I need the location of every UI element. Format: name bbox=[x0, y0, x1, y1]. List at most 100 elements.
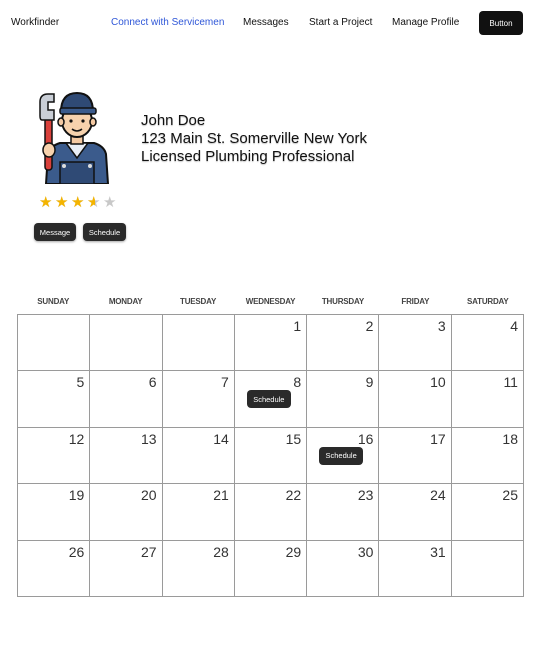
calendar-day-cell[interactable]: 26 bbox=[18, 540, 91, 597]
day-number: 28 bbox=[213, 543, 229, 560]
day-number: 5 bbox=[76, 374, 85, 391]
weekday-label: THURSDAY bbox=[321, 297, 364, 306]
star-icon: ★ ★ bbox=[71, 194, 85, 211]
calendar-day-cell[interactable]: 3 bbox=[379, 315, 452, 372]
day-number: 1 bbox=[293, 318, 302, 334]
day-number: 15 bbox=[285, 430, 302, 447]
calendar-day-cell[interactable]: 10 bbox=[379, 371, 452, 428]
day-number: 22 bbox=[285, 487, 302, 504]
calendar-day-cell[interactable]: 7 bbox=[162, 371, 235, 428]
day-number: 19 bbox=[68, 487, 85, 504]
calendar-day-cell[interactable]: 21 bbox=[162, 484, 235, 541]
star-icon: ★ ★ bbox=[39, 194, 53, 211]
day-schedule-button[interactable]: Schedule bbox=[246, 390, 291, 409]
calendar-day-cell[interactable]: 31 bbox=[379, 540, 452, 597]
message-button[interactable]: Message bbox=[34, 223, 76, 241]
day-number: 27 bbox=[140, 543, 157, 560]
calendar-grid: 1 2 3 4 5 6 7 8 Schedule 9 10 11 12 13 14 15 16 Schedule 1… bbox=[17, 314, 524, 597]
day-number: 10 bbox=[430, 374, 446, 391]
calendar-day-cell bbox=[451, 540, 524, 597]
calendar-day-cell[interactable]: 12 bbox=[18, 427, 91, 485]
day-number: 31 bbox=[430, 543, 446, 560]
day-number: 13 bbox=[140, 430, 157, 447]
calendar-day-cell[interactable]: 6 bbox=[90, 371, 163, 428]
day-number: 12 bbox=[68, 430, 85, 447]
day-number: 2 bbox=[365, 318, 374, 334]
nav-button[interactable]: Button bbox=[479, 11, 523, 35]
calendar-day-cell[interactable]: 15 bbox=[234, 427, 308, 485]
calendar-day-cell bbox=[18, 315, 91, 372]
day-number: 16 bbox=[357, 430, 374, 447]
schedule-button[interactable]: Schedule bbox=[83, 223, 126, 241]
calendar-day-cell[interactable]: 24 bbox=[379, 484, 452, 541]
weekday-label: SUNDAY bbox=[37, 297, 70, 306]
calendar-day-cell bbox=[90, 315, 163, 372]
weekday-label: SATURDAY bbox=[467, 297, 509, 306]
calendar-day-cell[interactable]: 1 bbox=[234, 315, 308, 372]
star-fill: ★ bbox=[39, 195, 53, 210]
calendar-day-cell[interactable]: 11 bbox=[451, 371, 524, 428]
day-number: 20 bbox=[140, 487, 157, 504]
calendar-day-cell[interactable]: 16 Schedule bbox=[307, 427, 380, 485]
weekday-label: WEDNESDAY bbox=[245, 297, 296, 306]
calendar-day-cell[interactable]: 28 bbox=[162, 540, 235, 597]
day-number: 26 bbox=[68, 543, 85, 560]
calendar-weekday-header: SUNDAY MONDAY TUESDAY WEDNESDAY THURSDAY FRID… bbox=[17, 297, 524, 311]
day-number: 4 bbox=[510, 318, 518, 334]
calendar-day-cell[interactable]: 14 bbox=[162, 427, 235, 485]
calendar-day-cell[interactable]: 20 bbox=[90, 484, 163, 541]
day-number: 11 bbox=[503, 374, 518, 391]
calendar-day-cell[interactable]: 9 bbox=[307, 371, 380, 428]
star-fill: ★ bbox=[71, 195, 85, 210]
day-number: 8 bbox=[293, 374, 302, 391]
star-fill: ★ bbox=[87, 195, 95, 210]
weekday-label: FRIDAY bbox=[401, 297, 430, 306]
top-nav: Workfinder Connect with Servicemen Messa… bbox=[0, 0, 535, 46]
weekday-label: MONDAY bbox=[108, 297, 143, 306]
nav-connect-servicemen[interactable]: Connect with Servicemen bbox=[111, 17, 224, 28]
calendar-day-cell[interactable]: 22 bbox=[234, 484, 308, 541]
calendar-day-cell[interactable]: 29 bbox=[234, 540, 308, 597]
star-icon: ★ bbox=[103, 194, 117, 211]
day-number: 17 bbox=[430, 430, 446, 447]
calendar-day-cell[interactable]: 27 bbox=[90, 540, 163, 597]
calendar-day-cell[interactable]: 2 bbox=[307, 315, 380, 372]
day-number: 14 bbox=[213, 430, 229, 447]
day-number: 30 bbox=[357, 543, 374, 560]
profile-name: John Doe bbox=[141, 112, 206, 129]
calendar-day-cell[interactable]: 23 bbox=[307, 484, 380, 541]
nav-start-project[interactable]: Start a Project bbox=[309, 17, 372, 28]
brand-logo[interactable]: Workfinder bbox=[11, 17, 59, 28]
day-schedule-button[interactable]: Schedule bbox=[319, 446, 364, 465]
day-number: 29 bbox=[285, 543, 302, 560]
profile-title: Licensed Plumbing Professional bbox=[141, 148, 355, 165]
day-number: 3 bbox=[437, 318, 446, 334]
weekday-label: TUESDAY bbox=[180, 297, 217, 306]
day-number: 24 bbox=[430, 487, 446, 504]
calendar-day-cell[interactable]: 8 Schedule bbox=[234, 371, 308, 428]
calendar-day-cell[interactable]: 18 bbox=[451, 427, 524, 485]
nav-messages[interactable]: Messages bbox=[243, 17, 289, 28]
calendar-day-cell[interactable]: 25 bbox=[451, 484, 524, 541]
star-rating: ★ ★ ★ ★ ★ ★ ★ ★ ★ bbox=[39, 195, 118, 210]
day-number: 7 bbox=[221, 374, 229, 391]
calendar-day-cell[interactable]: 30 bbox=[307, 540, 380, 597]
profile-address: 123 Main St. Somerville New York bbox=[141, 130, 367, 147]
calendar-day-cell[interactable]: 13 bbox=[90, 427, 163, 485]
plumber-avatar-icon bbox=[39, 91, 110, 184]
calendar-day-cell bbox=[162, 315, 235, 372]
calendar-day-cell[interactable]: 19 bbox=[18, 484, 91, 541]
day-number: 23 bbox=[357, 487, 374, 504]
calendar-day-cell[interactable]: 4 bbox=[451, 315, 524, 372]
day-number: 25 bbox=[502, 487, 518, 504]
calendar-day-cell[interactable]: 17 bbox=[379, 427, 452, 485]
day-number: 18 bbox=[502, 430, 518, 447]
star-fill: ★ bbox=[55, 195, 69, 210]
calendar-day-cell[interactable]: 5 bbox=[18, 371, 91, 428]
nav-manage-profile[interactable]: Manage Profile bbox=[392, 17, 459, 28]
day-number: 9 bbox=[365, 374, 374, 391]
day-number: 6 bbox=[148, 374, 157, 391]
star-icon: ★ ★ bbox=[55, 194, 69, 211]
star-icon: ★ ★ bbox=[87, 194, 101, 211]
day-number: 21 bbox=[213, 487, 229, 504]
